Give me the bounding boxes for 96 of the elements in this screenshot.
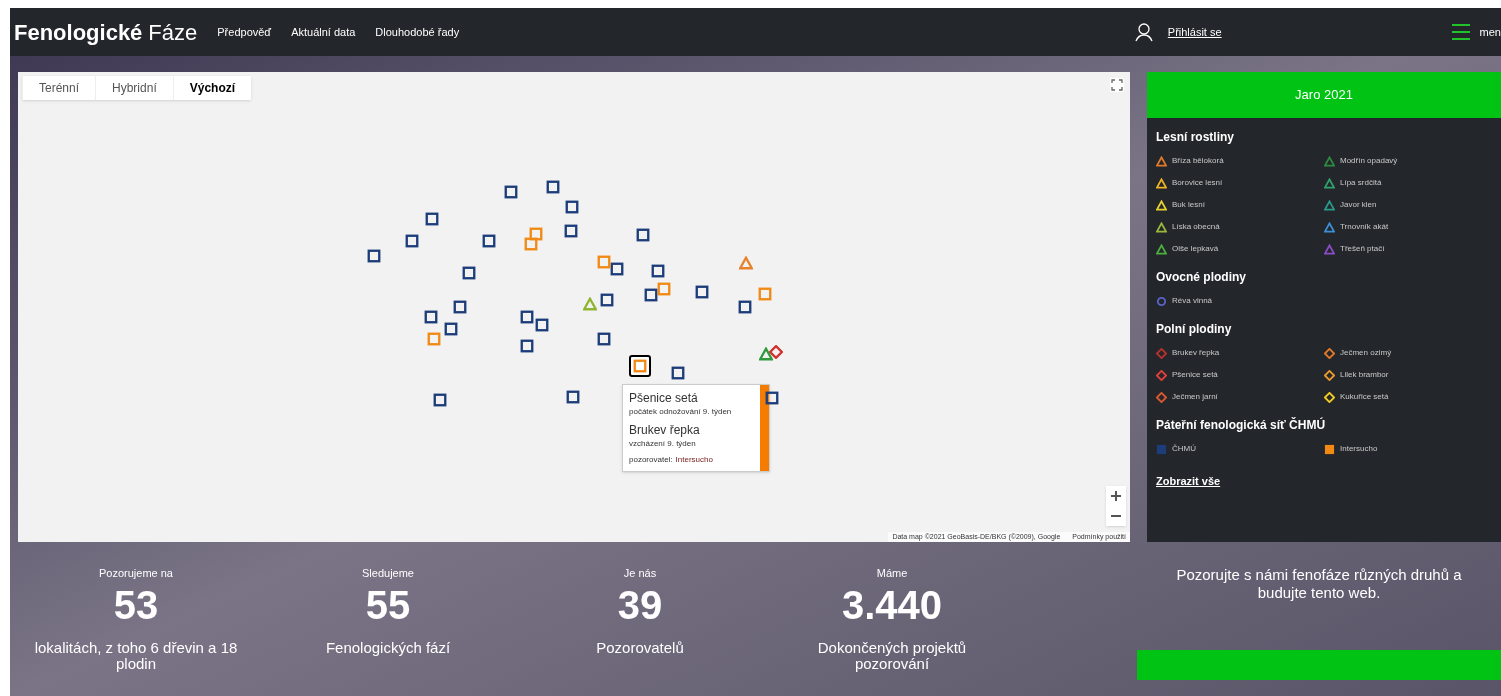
square-marker-icon[interactable]	[433, 393, 447, 407]
phase-text: počátek odnožování 9. týden	[629, 406, 733, 418]
stat-number: 53	[113, 582, 159, 628]
legend-item-label[interactable]: Líska obecná	[1172, 221, 1220, 233]
stat-label: Dokončených projektů pozorování	[816, 640, 968, 672]
stat-label: lokalitách, z toho 6 dřevin a 18 plodin	[33, 640, 239, 672]
legend-item-label[interactable]: Lilek brambor	[1340, 369, 1389, 381]
diamond-marker-icon[interactable]	[769, 345, 783, 359]
square-marker-icon[interactable]	[444, 322, 458, 336]
square-marker-icon[interactable]	[636, 228, 650, 242]
legend-item-label[interactable]: Buk lesní	[1172, 199, 1205, 211]
legend-item-label[interactable]: Pšenice setá	[1172, 369, 1218, 381]
phase-text: vzcházení 9. týden	[629, 438, 697, 450]
square-marker-icon[interactable]	[367, 249, 381, 263]
crop-name: Pšenice setá	[629, 390, 699, 406]
map-type-tab[interactable]: Hybridní	[95, 76, 173, 100]
legend-group-title: Ovocné plodiny	[1156, 269, 1247, 286]
menu-icon	[1451, 24, 1470, 40]
stat-number: 3.440	[841, 582, 943, 628]
legend-item-label[interactable]: Olše lepkavá	[1172, 243, 1219, 255]
square-marker-icon[interactable]	[546, 180, 560, 194]
legend-item-label[interactable]: ČHMÚ	[1172, 443, 1196, 455]
square-marker-icon[interactable]	[644, 288, 658, 302]
legend-item-label[interactable]: Borovice lesní	[1172, 177, 1223, 189]
square-marker-icon[interactable]	[453, 300, 467, 314]
legend-group-title: Páteřní fenologická síť ČHMÚ	[1156, 416, 1327, 434]
nav-link[interactable]: Předpověď	[217, 23, 272, 41]
square-marker-icon[interactable]	[564, 224, 578, 238]
square-marker-icon[interactable]	[535, 318, 549, 332]
square-marker-icon[interactable]	[765, 391, 779, 405]
legend-item-label[interactable]: Ječmen ozimý	[1340, 347, 1392, 359]
observer-label: pozorovatel:	[629, 454, 673, 466]
square-marker-icon[interactable]	[565, 200, 579, 214]
square-marker-icon[interactable]	[600, 293, 614, 307]
legend-item-label[interactable]: Trnovník akát	[1340, 221, 1389, 233]
square-marker-icon[interactable]	[482, 234, 496, 248]
legend-item-label[interactable]: Ječmen jarní	[1172, 391, 1218, 403]
triangle-marker-icon[interactable]	[583, 297, 597, 311]
promo-text: Pozorujte s námi fenofáze různých druhů a budujte tento web.	[1175, 566, 1463, 602]
square-marker-icon[interactable]	[424, 310, 438, 324]
legend-item-label[interactable]: Javor klen	[1340, 199, 1377, 211]
square-marker-icon[interactable]	[651, 264, 665, 278]
square-marker-icon[interactable]	[566, 390, 580, 404]
logo[interactable]: Fenologické Fáze	[10, 15, 198, 49]
square-marker-icon[interactable]	[597, 332, 611, 346]
square-marker-icon[interactable]	[629, 355, 651, 377]
stat-caption: Pozorujeme na	[99, 566, 173, 580]
fullscreen-button[interactable]	[1110, 78, 1124, 92]
show-all-link[interactable]: Zobrazit vše	[1156, 475, 1221, 487]
login-link[interactable]: Přihlásit se	[1167, 23, 1222, 41]
square-marker-icon[interactable]	[758, 287, 772, 301]
legend-item-label[interactable]: Réva vinná	[1172, 295, 1213, 307]
fullscreen-icon	[1110, 78, 1124, 92]
stat-number: 55	[365, 582, 411, 628]
square-marker-icon[interactable]	[738, 300, 752, 314]
legend-group-title: Lesní rostliny	[1156, 129, 1236, 146]
legend-item-label[interactable]: Intersucho	[1340, 443, 1378, 455]
triangle-marker-icon[interactable]	[759, 347, 773, 361]
square-marker-icon[interactable]	[462, 266, 476, 280]
legend-item-label[interactable]: Kukuřice setá	[1340, 391, 1389, 403]
plus-icon	[1111, 491, 1121, 501]
crop-name: Brukev řepka	[629, 422, 701, 438]
legend-item-label[interactable]: Lípa srdčitá	[1340, 177, 1382, 189]
square-marker-icon[interactable]	[529, 227, 543, 241]
square-marker-icon[interactable]	[695, 285, 709, 299]
legend-item-label[interactable]: Brukev řepka	[1172, 347, 1220, 359]
map-type-tab[interactable]: Terénní	[22, 76, 96, 100]
stat-caption: Máme	[876, 566, 908, 580]
user-icon[interactable]	[1133, 22, 1154, 42]
legend-item-label[interactable]: Bříza bělokorá	[1172, 155, 1224, 167]
stat-number: 39	[617, 582, 663, 628]
season-header: Jaro 2021	[1147, 72, 1501, 118]
stat-caption: Je nás	[623, 566, 657, 580]
square-marker-icon[interactable]	[520, 310, 534, 324]
square-marker-icon[interactable]	[520, 339, 534, 353]
legend-item-label[interactable]: Modřín opadavý	[1340, 155, 1398, 167]
nav-link[interactable]: Aktuální data	[291, 23, 356, 41]
square-marker-icon[interactable]	[610, 262, 624, 276]
square-marker-icon[interactable]	[405, 234, 419, 248]
square-marker-icon[interactable]	[427, 332, 441, 346]
menu-button[interactable]: men	[1451, 23, 1501, 41]
square-marker-icon[interactable]	[425, 212, 439, 226]
square-marker-icon[interactable]	[671, 366, 685, 380]
square-marker-icon[interactable]	[657, 282, 671, 296]
square-marker-icon[interactable]	[524, 237, 538, 251]
legend-item-label[interactable]: Třešeň ptačí	[1340, 243, 1385, 255]
stat-label: Pozorovatelů	[596, 640, 684, 656]
stat-caption: Sledujeme	[362, 566, 414, 580]
triangle-marker-icon[interactable]	[739, 256, 753, 270]
legend-group-title: Polní plodiny	[1156, 321, 1233, 338]
square-marker-icon[interactable]	[504, 185, 518, 199]
stat-label: Fenologických fází	[325, 640, 451, 656]
square-marker-icon[interactable]	[597, 255, 611, 269]
map-type-tab[interactable]: Výchozí	[172, 76, 252, 100]
nav-link[interactable]: Dlouhodobé řady	[375, 23, 460, 41]
observer-name: Intersucho	[675, 454, 713, 466]
